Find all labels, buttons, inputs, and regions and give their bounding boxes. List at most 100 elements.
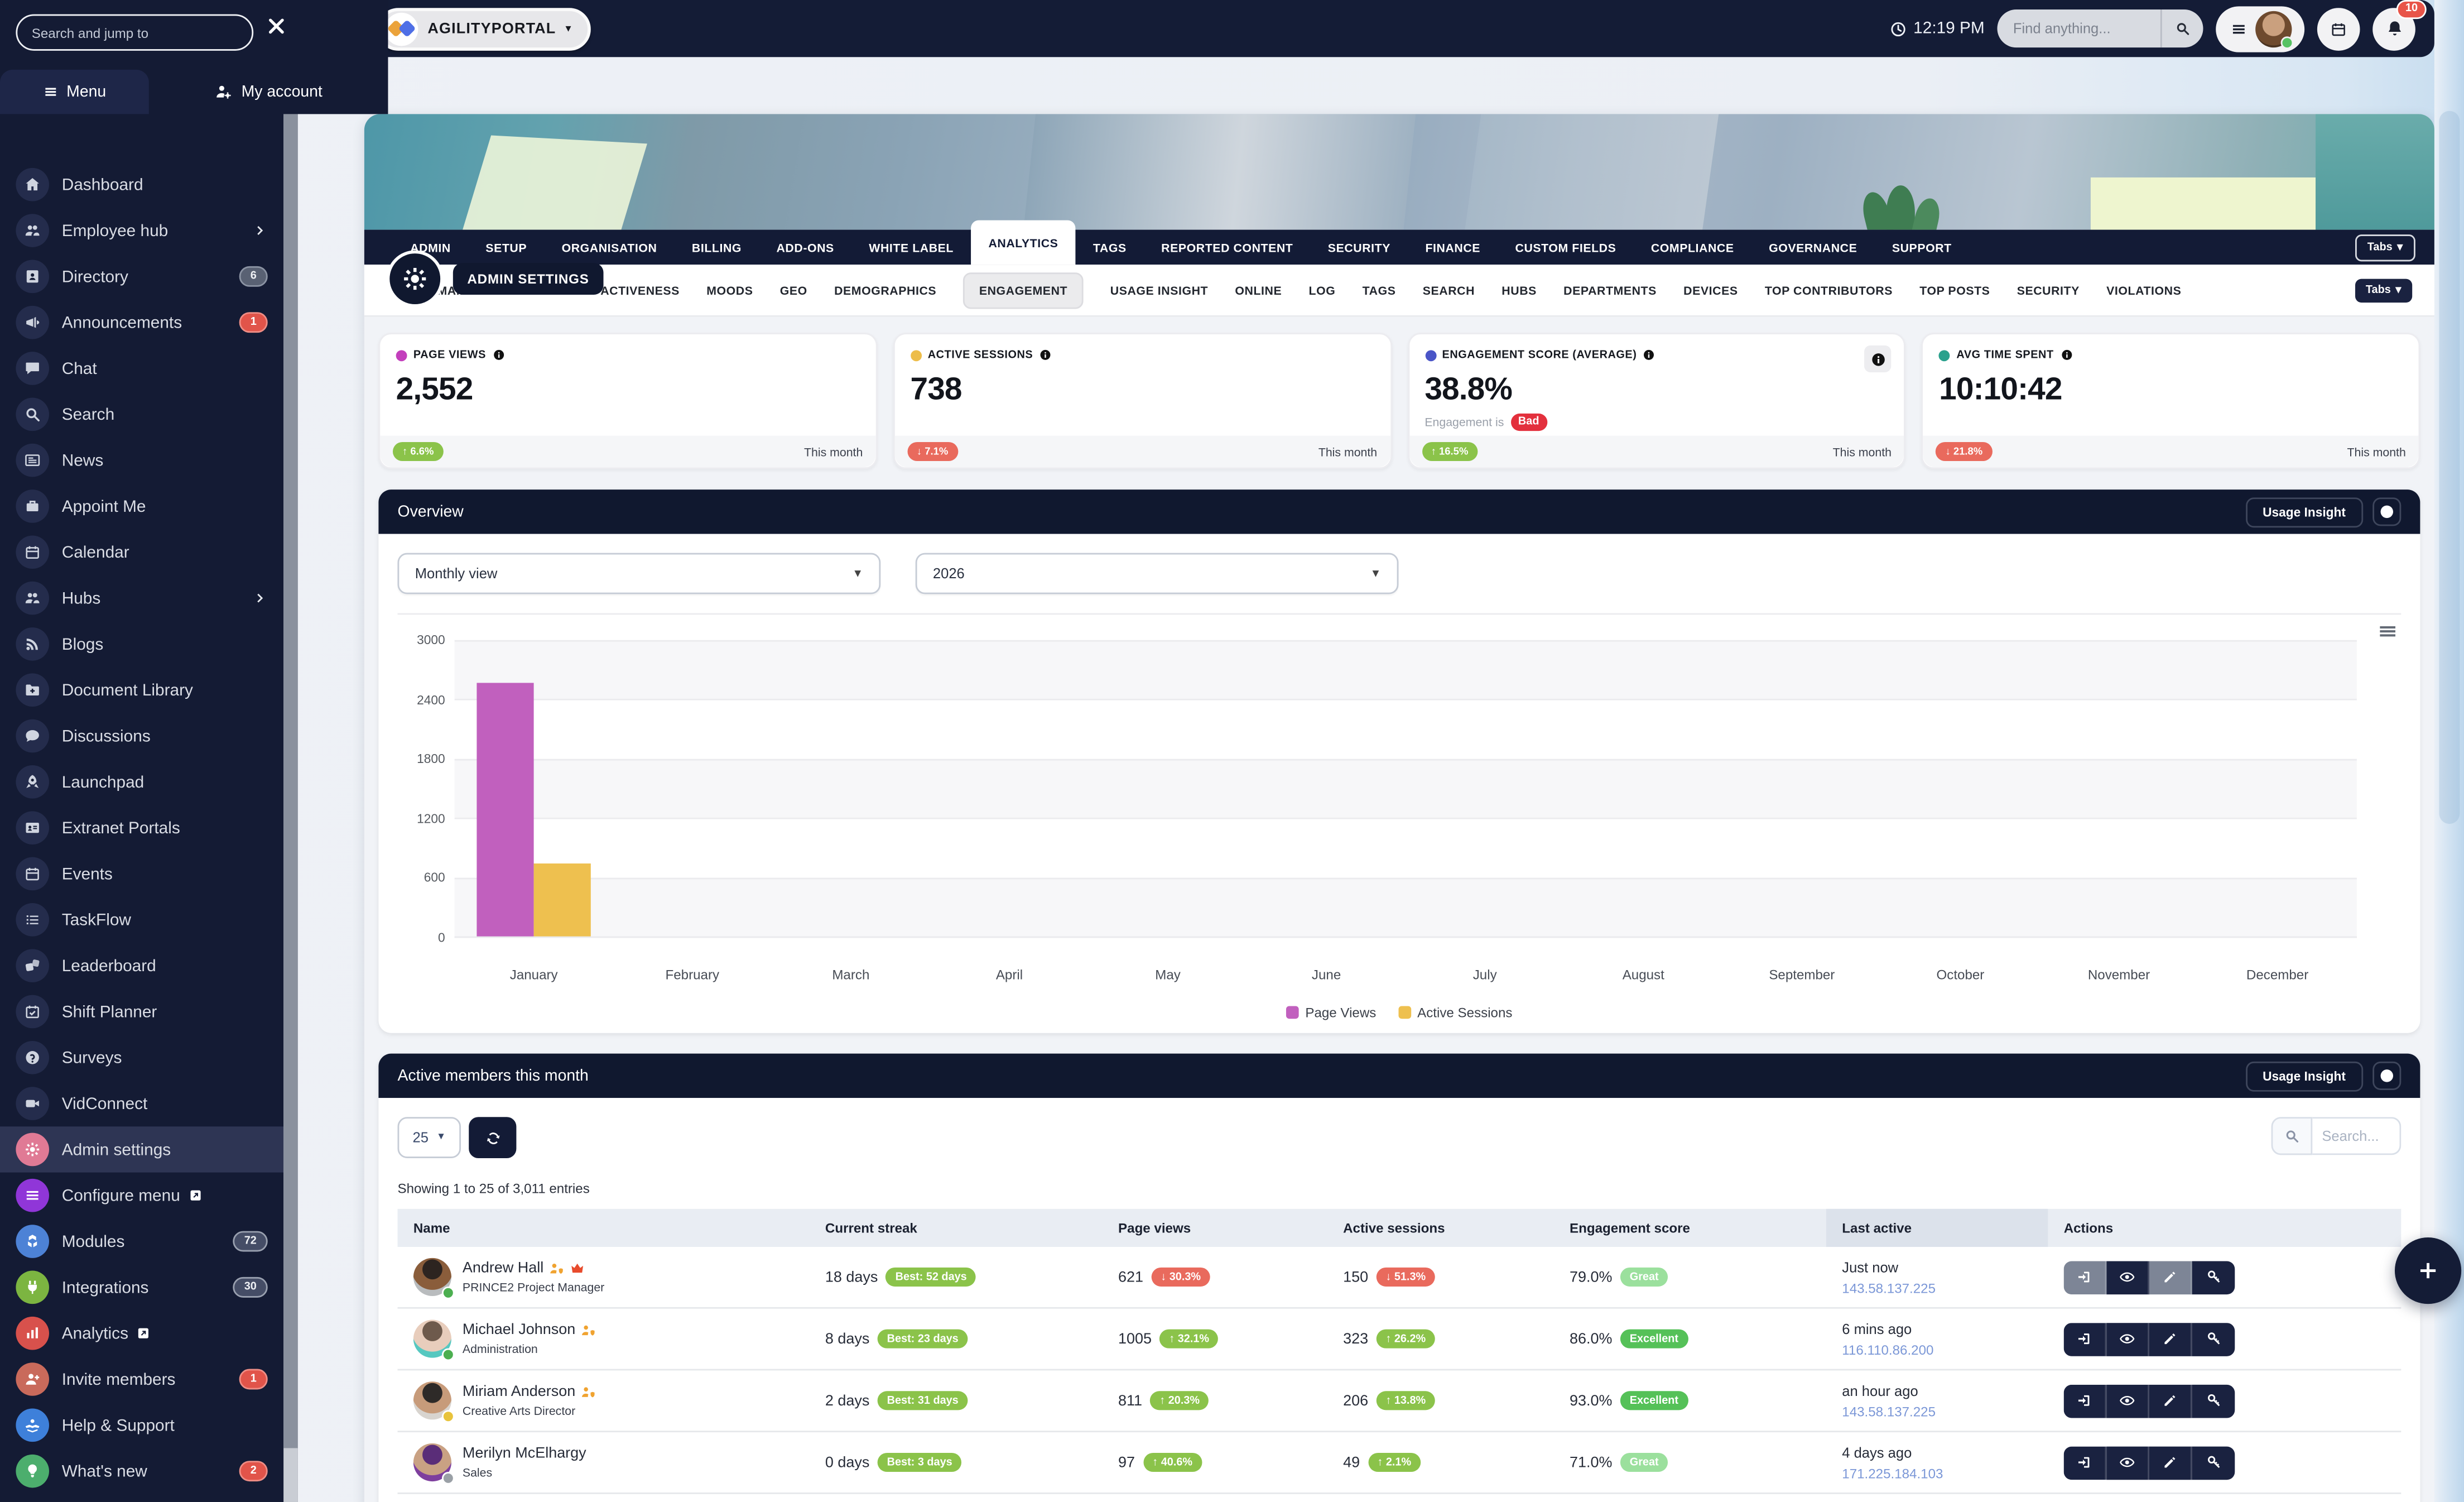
account-menu-button[interactable]	[2216, 6, 2304, 51]
sidebar-item-announcements[interactable]: Announcements1	[0, 299, 283, 345]
bar-page-views[interactable]	[477, 683, 534, 937]
sidebar-item-launchpad[interactable]: Launchpad	[0, 759, 283, 805]
sidebar-item-search[interactable]: Search	[0, 391, 283, 437]
key-action-button[interactable]	[2192, 1322, 2235, 1356]
usage-insight-button[interactable]: Usage Insight	[2245, 497, 2363, 527]
subtab-search[interactable]: SEARCH	[1423, 283, 1475, 297]
column-header-page-views[interactable]: Page views	[1103, 1209, 1327, 1247]
pencil-action-button[interactable]	[2149, 1384, 2192, 1418]
tab-custom-fields[interactable]: CUSTOM FIELDS	[1498, 230, 1633, 265]
sidebar-item-chat[interactable]: Chat	[0, 345, 283, 391]
pencil-action-button[interactable]	[2149, 1322, 2192, 1356]
subtab-online[interactable]: ONLINE	[1235, 283, 1282, 297]
tab-analytics[interactable]: ANALYTICS	[971, 220, 1075, 265]
column-header-last-active[interactable]: Last active	[1826, 1209, 2048, 1247]
page-scrollbar-thumb[interactable]	[2439, 111, 2460, 824]
tab-reported-content[interactable]: REPORTED CONTENT	[1144, 230, 1311, 265]
member-name[interactable]: Michael Johnson	[463, 1321, 575, 1338]
sidebar-item-events[interactable]: Events	[0, 851, 283, 896]
subtab-violations[interactable]: VIOLATIONS	[2106, 283, 2181, 297]
login-action-button[interactable]	[2064, 1446, 2107, 1479]
tab-finance[interactable]: FINANCE	[1408, 230, 1498, 265]
tab-tags[interactable]: TAGS	[1076, 230, 1144, 265]
sidebar-scrollbar[interactable]	[283, 0, 298, 1502]
sidebar-item-extranet-portals[interactable]: Extranet Portals	[0, 805, 283, 851]
tab-governance[interactable]: GOVERNANCE	[1751, 230, 1875, 265]
sidebar-item-dashboard[interactable]: Dashboard	[0, 162, 283, 208]
member-name[interactable]: Miriam Anderson	[463, 1383, 575, 1400]
sidebar-item-modules[interactable]: Modules72	[0, 1218, 283, 1264]
page-size-select[interactable]: 25 ▼	[397, 1117, 461, 1158]
sidebar-item-integrations[interactable]: Integrations30	[0, 1264, 283, 1310]
key-action-button[interactable]	[2192, 1260, 2235, 1294]
sidebar-item-vidconnect[interactable]: VidConnect	[0, 1081, 283, 1126]
ip-address-link[interactable]: 143.58.137.225	[1842, 1279, 1936, 1295]
sidebar-item-appoint-me[interactable]: Appoint Me	[0, 483, 283, 529]
add-button[interactable]	[2395, 1237, 2461, 1304]
ip-address-link[interactable]: 171.225.184.103	[1842, 1465, 1943, 1480]
sidebar-item-surveys[interactable]: Surveys	[0, 1035, 283, 1081]
column-header-actions[interactable]: Actions	[2048, 1209, 2401, 1247]
pencil-action-button[interactable]	[2149, 1260, 2192, 1294]
sidebar-item-document-library[interactable]: Document Library	[0, 667, 283, 713]
tab-my-account[interactable]: My account	[149, 70, 388, 114]
subtab-activeness[interactable]: ACTIVENESS	[600, 283, 680, 297]
info-button[interactable]	[2372, 497, 2401, 526]
member-name[interactable]: Andrew Hall	[463, 1260, 543, 1277]
subtab-moods[interactable]: MOODS	[706, 283, 753, 297]
sidebar-scrollbar-thumb[interactable]	[283, 114, 298, 1448]
subtab-hubs[interactable]: HUBS	[1502, 283, 1537, 297]
year-select[interactable]: 2026 ▼	[916, 553, 1399, 594]
tab-menu[interactable]: Menu	[0, 70, 149, 114]
column-header-current-streak[interactable]: Current streak	[810, 1209, 1103, 1247]
column-header-engagement-score[interactable]: Engagement score	[1554, 1209, 1826, 1247]
brand-switcher[interactable]: AGILITYPORTAL ▾	[377, 7, 590, 50]
sidebar-item-invite-members[interactable]: Invite members1	[0, 1356, 283, 1402]
close-icon[interactable]	[266, 16, 287, 36]
subtab-departments[interactable]: DEPARTMENTS	[1563, 283, 1657, 297]
tab-add-ons[interactable]: ADD-ONS	[759, 230, 851, 265]
subtab-top-contributors[interactable]: TOP CONTRIBUTORS	[1765, 283, 1893, 297]
sidebar-item-directory[interactable]: Directory6	[0, 253, 283, 299]
eye-action-button[interactable]	[2106, 1384, 2149, 1418]
subtab-geo[interactable]: GEO	[780, 283, 807, 297]
pencil-action-button[interactable]	[2149, 1446, 2192, 1479]
global-search-input[interactable]	[1997, 21, 2160, 36]
ip-address-link[interactable]: 143.58.137.225	[1842, 1403, 1936, 1419]
sidebar-item-analytics[interactable]: Analytics	[0, 1311, 283, 1356]
info-button[interactable]	[1865, 345, 1892, 372]
tabs-dropdown-button[interactable]: Tabs▾	[2355, 278, 2412, 302]
refresh-button[interactable]	[469, 1117, 516, 1158]
legend-item[interactable]: Page Views	[1286, 1005, 1376, 1020]
bar-active-sessions[interactable]	[534, 863, 591, 936]
subtab-usage-insight[interactable]: USAGE INSIGHT	[1110, 283, 1208, 297]
login-action-button[interactable]	[2064, 1260, 2107, 1294]
sidebar-item-hubs[interactable]: Hubs	[0, 575, 283, 621]
sidebar-item-admin-settings[interactable]: Admin settings	[0, 1126, 283, 1172]
subtab-devices[interactable]: DEVICES	[1683, 283, 1738, 297]
sidebar-item-what-s-new[interactable]: What's new2	[0, 1448, 283, 1494]
sidebar-item-help-support[interactable]: Help & Support	[0, 1402, 283, 1448]
sidebar-item-employee-hub[interactable]: Employee hub	[0, 208, 283, 253]
tab-security[interactable]: SECURITY	[1311, 230, 1408, 265]
sidebar-item-blogs[interactable]: Blogs	[0, 621, 283, 667]
sidebar-item-shift-planner[interactable]: Shift Planner	[0, 988, 283, 1034]
subtab-tags[interactable]: TAGS	[1363, 283, 1396, 297]
eye-action-button[interactable]	[2106, 1260, 2149, 1294]
subtab-security[interactable]: SECURITY	[2017, 283, 2080, 297]
column-header-active-sessions[interactable]: Active sessions	[1327, 1209, 1554, 1247]
subtab-log[interactable]: LOG	[1309, 283, 1336, 297]
sidebar-item-taskflow[interactable]: TaskFlow	[0, 897, 283, 943]
jump-search-input[interactable]	[16, 15, 253, 51]
ip-address-link[interactable]: 116.110.86.200	[1842, 1341, 1933, 1357]
key-action-button[interactable]	[2192, 1446, 2235, 1479]
tab-compliance[interactable]: COMPLIANCE	[1634, 230, 1751, 265]
sidebar-item-configure-menu[interactable]: Configure menu	[0, 1173, 283, 1218]
member-name[interactable]: Merilyn McElhargy	[463, 1445, 586, 1462]
table-search-input[interactable]	[2312, 1117, 2401, 1155]
sidebar-item-news[interactable]: News	[0, 437, 283, 483]
search-icon[interactable]	[2162, 21, 2203, 36]
info-button[interactable]	[2372, 1062, 2401, 1090]
column-header-name[interactable]: Name	[397, 1209, 809, 1247]
sidebar-item-discussions[interactable]: Discussions	[0, 713, 283, 759]
